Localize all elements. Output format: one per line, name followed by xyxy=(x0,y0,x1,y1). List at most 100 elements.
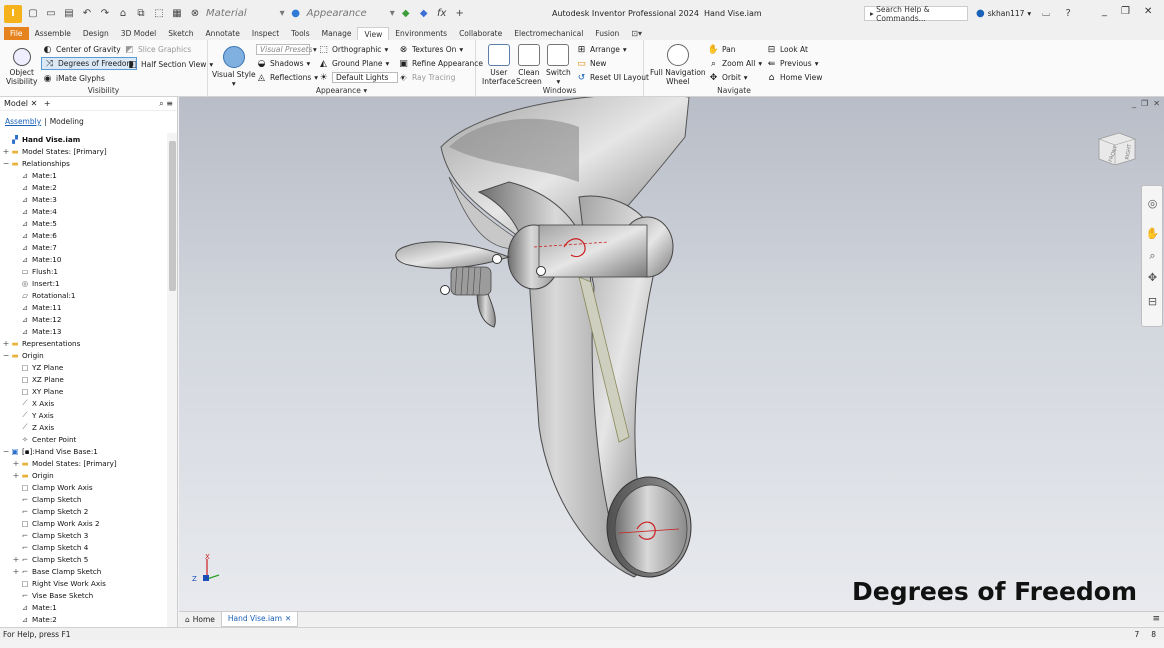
add-browser-icon[interactable]: + xyxy=(44,99,51,108)
new-file-icon[interactable]: ▢ xyxy=(26,7,40,21)
tab-fusion[interactable]: Fusion xyxy=(589,27,625,40)
expand-icon[interactable]: + xyxy=(12,567,20,576)
undo-icon[interactable]: ↶ xyxy=(80,7,94,21)
visual-presets-dropdown[interactable]: Visual Presets ▾ xyxy=(256,43,317,56)
home-tab[interactable]: ⌂ Home xyxy=(179,612,221,627)
user-interface-button[interactable]: User Interface xyxy=(482,44,516,86)
tab-collaborate[interactable]: Collaborate xyxy=(453,27,508,40)
measure-icon[interactable]: ▦ xyxy=(170,7,184,21)
help-icon[interactable]: ? xyxy=(1061,7,1075,21)
tree-item[interactable]: ▢ XY Plane xyxy=(12,385,63,397)
tab-view[interactable]: View xyxy=(357,27,390,40)
expand-icon[interactable]: + xyxy=(12,459,20,468)
tabs-menu-icon[interactable]: ≡ xyxy=(1152,614,1160,624)
hand-vise-model[interactable] xyxy=(179,97,1164,611)
tree-item[interactable]: ◎ Insert:1 xyxy=(12,277,60,289)
tree-item[interactable]: + ▬ Model States: [Primary] xyxy=(2,145,107,157)
ground-plane-button[interactable]: ◭ Ground Plane ▾ xyxy=(318,57,389,70)
tree-item[interactable]: ▱ Rotational:1 xyxy=(12,289,75,301)
tree-item[interactable]: ⊿ Mate:1 xyxy=(12,169,57,181)
tab-inspect[interactable]: Inspect xyxy=(246,27,285,40)
center-of-gravity-button[interactable]: ◐ Center of Gravity xyxy=(42,43,121,56)
home-icon[interactable]: ⌂ xyxy=(116,7,130,21)
tab-design[interactable]: Design xyxy=(77,27,115,40)
tree-item[interactable]: ⊿ Mate:6 xyxy=(12,229,57,241)
degrees-of-freedom-button[interactable]: ⤨ Degrees of Freedom xyxy=(41,57,137,70)
tree-item[interactable]: ⌐ Vise Base Sketch xyxy=(12,589,93,601)
switch-button[interactable]: Switch ▾ xyxy=(546,44,571,86)
home-view-button[interactable]: ⌂ Home View xyxy=(766,71,823,84)
expand-icon[interactable]: + xyxy=(2,147,10,156)
tree-item[interactable]: ⊿ Mate:2 xyxy=(12,613,57,625)
fx-icon[interactable]: fx xyxy=(435,7,449,21)
close-browser-icon[interactable]: ✕ xyxy=(31,99,38,108)
new-window-button[interactable]: ▭ New xyxy=(576,57,606,70)
tree-item[interactable]: ▢ Right Vise Work Axis xyxy=(12,577,105,589)
search-help-input[interactable]: ▸ Search Help & Commands... xyxy=(864,5,968,23)
tree-item[interactable]: ⊿ Mate:13 xyxy=(12,325,62,337)
graphics-viewport[interactable]: X Z _ ❐ ✕ FRONT RIGHT ◎ ✋ ⌕ ✥ ⊟ Degrees … xyxy=(179,97,1164,611)
pan-button[interactable]: ✋ Pan xyxy=(708,43,736,56)
previous-view-button[interactable]: ⇚ Previous ▾ xyxy=(766,57,819,70)
tree-item[interactable]: ✧ Center Point xyxy=(12,433,76,445)
orbit-button[interactable]: ✥ Orbit ▾ xyxy=(708,71,748,84)
full-navigation-wheel-button[interactable]: Full Navigation Wheel xyxy=(650,44,706,86)
tree-item[interactable]: ⌐ Clamp Sketch 3 xyxy=(12,529,89,541)
tab-assemble[interactable]: Assemble xyxy=(29,27,77,40)
tree-item[interactable]: ▭ Flush:1 xyxy=(12,265,58,277)
tree-item[interactable]: ⌐ Clamp Sketch 2 xyxy=(12,505,89,517)
tree-item[interactable]: ⟋ Z Axis xyxy=(12,421,54,433)
imate-glyphs-button[interactable]: ◉ iMate Glyphs xyxy=(42,72,105,85)
material-dropdown[interactable]: Material ▾ xyxy=(206,8,285,19)
tree-item[interactable]: ▢ YZ Plane xyxy=(12,361,63,373)
modeling-mode-link[interactable]: Modeling xyxy=(50,117,84,126)
tree-item[interactable]: ⌐ Clamp Sketch 4 xyxy=(12,541,89,553)
tree-item[interactable]: ▢ Clamp Work Axis xyxy=(12,481,92,493)
adjust-icon[interactable]: ◆ xyxy=(399,7,413,21)
slice-graphics-button[interactable]: ◩ Slice Graphics xyxy=(124,43,191,56)
tree-item[interactable]: ⊿ Mate:4 xyxy=(12,205,57,217)
tab-environments[interactable]: Environments xyxy=(389,27,453,40)
visual-style-button[interactable]: Visual Style ▾ xyxy=(212,46,256,88)
ribbon-options-icon[interactable]: ⊡▾ xyxy=(631,29,642,38)
browser-menu-icon[interactable]: ≡ xyxy=(166,99,173,108)
tree-item[interactable]: ▞ Hand Vise.iam xyxy=(2,133,80,145)
tree-item[interactable]: − ▬ Origin xyxy=(2,349,44,361)
tree-item[interactable]: ⊿ Mate:3 xyxy=(12,193,57,205)
look-at-icon-nav[interactable]: ⊟ xyxy=(1145,294,1160,309)
object-visibility-button[interactable]: Object Visibility xyxy=(6,48,37,86)
expand-icon[interactable]: + xyxy=(12,471,20,480)
textures-on-button[interactable]: ⊗ Textures On ▾ xyxy=(398,43,463,56)
tree-item[interactable]: + ⌐ Clamp Sketch 5 xyxy=(12,553,89,565)
clear-appearance-icon[interactable]: ⊗ xyxy=(188,7,202,21)
tree-item[interactable]: + ▬ Model States: [Primary] xyxy=(12,457,117,469)
tree-item[interactable]: ⌐ Clamp Sketch xyxy=(12,493,82,505)
open-folder-icon[interactable]: ▭ xyxy=(44,7,58,21)
tree-item[interactable]: + ▬ Representations xyxy=(2,337,81,349)
tree-item[interactable]: ⟋ X Axis xyxy=(12,397,54,409)
tree-item[interactable]: + ⌐ Base Clamp Sketch xyxy=(12,565,102,577)
select-icon[interactable]: ⬚ xyxy=(152,7,166,21)
tab-annotate[interactable]: Annotate xyxy=(200,27,246,40)
tab-tools[interactable]: Tools xyxy=(285,27,315,40)
look-at-button[interactable]: ⊟ Look At xyxy=(766,43,808,56)
clear-icon[interactable]: ◆ xyxy=(417,7,431,21)
cart-icon[interactable]: ⌴ xyxy=(1039,7,1053,21)
zoom-icon[interactable]: ⌕ xyxy=(1145,248,1160,263)
expand-icon[interactable]: + xyxy=(2,339,10,348)
orthographic-button[interactable]: ⬚ Orthographic ▾ xyxy=(318,43,388,56)
update-icon[interactable]: ⧉ xyxy=(134,7,148,21)
restore-icon[interactable]: ❐ xyxy=(1121,6,1130,17)
shadows-button[interactable]: ◒ Shadows ▾ xyxy=(256,57,311,70)
close-tab-icon[interactable]: ✕ xyxy=(285,614,291,623)
pan-hand-icon[interactable]: ✋ xyxy=(1145,226,1160,241)
minimize-icon[interactable]: _ xyxy=(1102,6,1107,17)
tree-item[interactable]: ⊿ Mate:12 xyxy=(12,313,62,325)
viewport-restore-icon[interactable]: ❐ xyxy=(1141,99,1148,108)
tree-item[interactable]: − ▬ Relationships xyxy=(2,157,70,169)
arrange-button[interactable]: ⊞ Arrange ▾ xyxy=(576,43,627,56)
clean-screen-button[interactable]: Clean Screen xyxy=(516,44,542,86)
browser-search-icon[interactable]: ⌕ xyxy=(159,99,163,108)
collapse-icon[interactable]: − xyxy=(2,447,10,456)
tree-item[interactable]: ⊿ Mate:10 xyxy=(12,253,62,265)
